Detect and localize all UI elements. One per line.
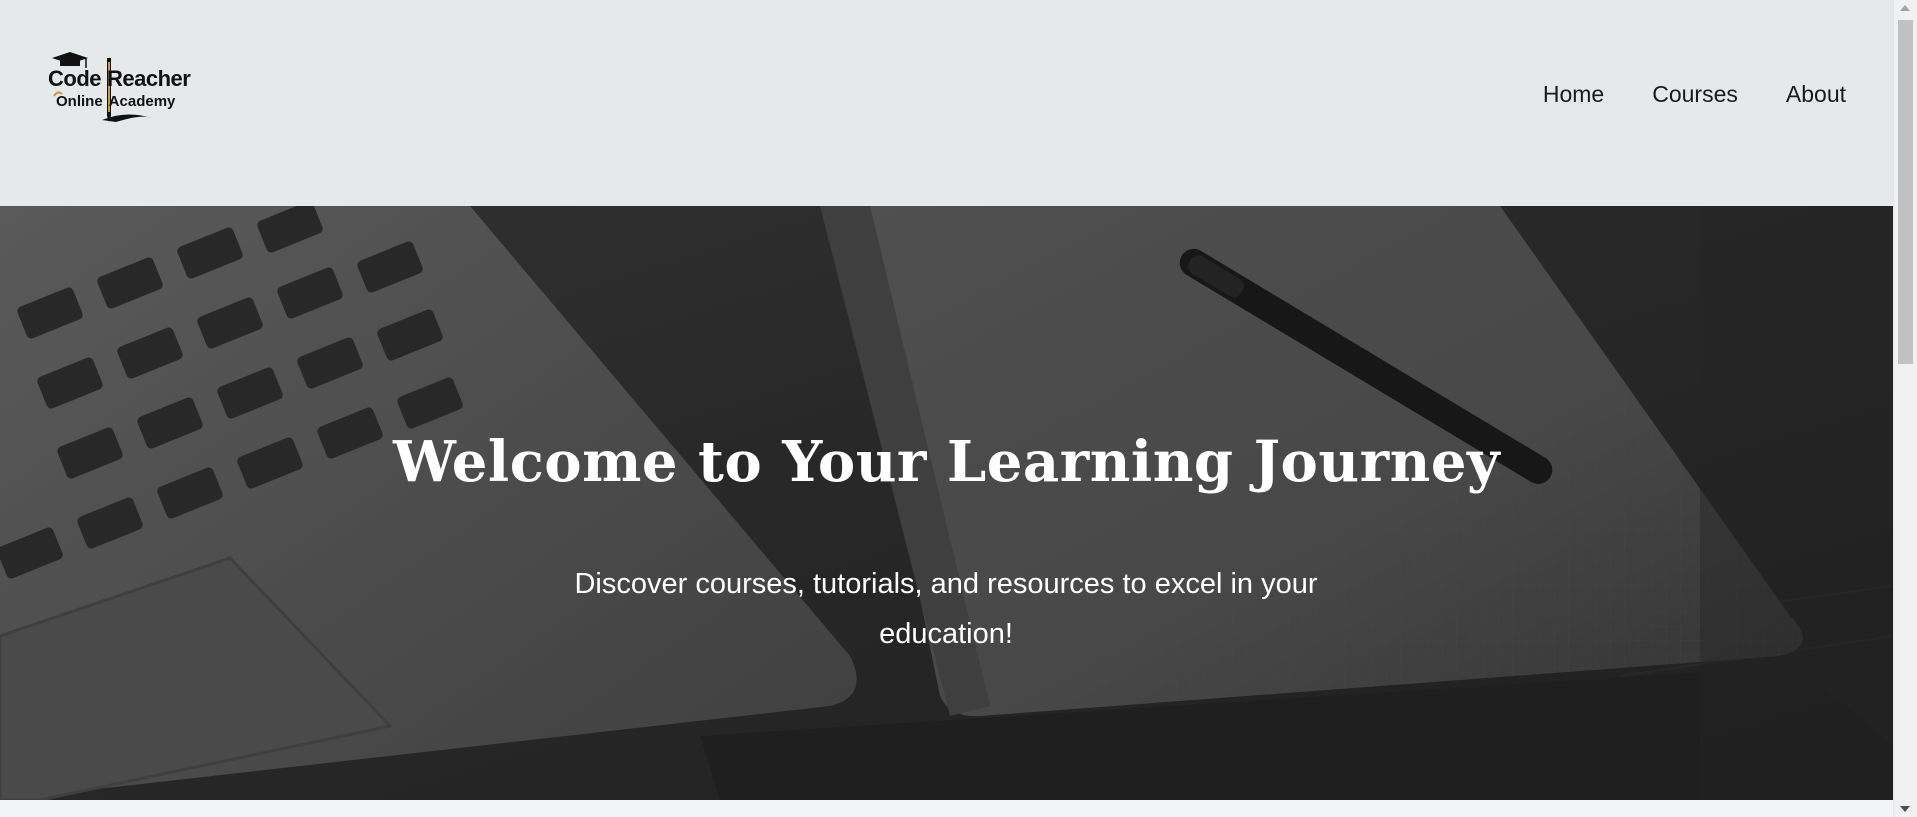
scroll-down-arrow-icon[interactable]: [1900, 806, 1910, 812]
site-logo[interactable]: Code Reacher Online Academy: [46, 52, 198, 124]
vertical-scrollbar[interactable]: [1893, 0, 1917, 817]
logo-word-online: Online: [56, 93, 103, 110]
logo-word-academy: Academy: [108, 93, 176, 110]
hero-title: Welcome to Your Learning Journey: [392, 428, 1501, 495]
logo-text-line2: Online Academy: [56, 94, 175, 109]
hero-background-image: [0, 206, 1893, 800]
scrollbar-thumb[interactable]: [1898, 20, 1913, 364]
main-nav: Home Courses About: [1543, 80, 1846, 108]
page: Code Reacher Online Academy Home Courses A…: [0, 0, 1893, 817]
logo-word-code: Code: [48, 66, 102, 91]
scroll-up-arrow-icon[interactable]: [1900, 5, 1910, 11]
logo-word-reacher: Reacher: [107, 66, 191, 91]
hero-subtitle: Discover courses, tutorials, and resourc…: [574, 568, 1318, 650]
nav-link-courses[interactable]: Courses: [1652, 80, 1738, 108]
nav-link-home[interactable]: Home: [1543, 80, 1604, 108]
site-header: Code Reacher Online Academy Home Courses A…: [0, 0, 1893, 206]
logo-text-line1: Code Reacher: [48, 66, 191, 91]
page-bottom-edge: [0, 800, 1893, 817]
hero-section: Welcome to Your Learning Journey Discove…: [0, 206, 1893, 800]
nav-link-about[interactable]: About: [1786, 80, 1846, 108]
